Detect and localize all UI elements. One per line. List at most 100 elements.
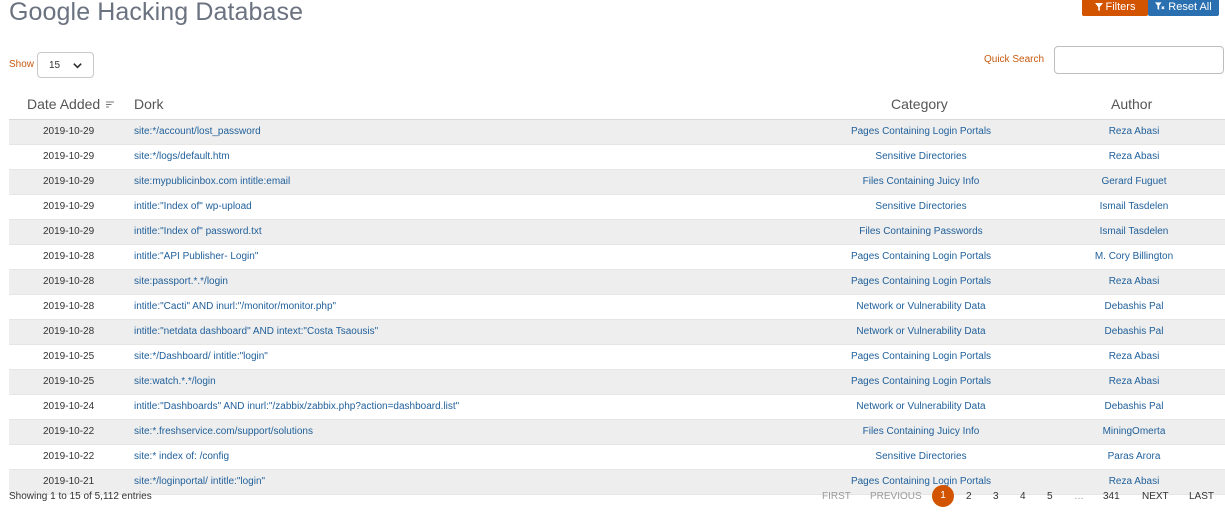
dork-link[interactable]: site:* index of: /config [134,451,229,462]
category-link[interactable]: Pages Containing Login Portals [779,351,1063,362]
author-link[interactable]: MiningOmerta [1075,426,1193,437]
table-row: 2019-10-28 site:passport.*.*/login Pages C… [9,270,1225,295]
author-link[interactable]: Reza Abasi [1075,126,1193,137]
dork-link[interactable]: site:*/Dashboard/ intitle:"login" [134,351,268,362]
category-link[interactable]: Sensitive Directories [779,201,1063,212]
table-row: 2019-10-22 site:* index of: /config Sensit… [9,445,1225,470]
pagination-first[interactable]: FIRST [822,491,851,502]
pagination-current-page[interactable]: 1 [932,485,954,507]
dork-link[interactable]: intitle:"Cacti" AND inurl:"/monitor/moni… [134,301,336,312]
date-cell: 2019-10-21 [43,476,95,487]
category-link[interactable]: Sensitive Directories [779,451,1063,462]
dork-link[interactable]: intitle:"Index of" password.txt [134,226,262,237]
table-row: 2019-10-25 site:watch.*.*/login Pages Cont… [9,370,1225,395]
dork-link[interactable]: site:*/logs/default.htm [134,151,230,162]
category-link[interactable]: Pages Containing Login Portals [779,126,1063,137]
table-row: 2019-10-21 site:*/loginportal/ intitle:"l… [9,470,1225,495]
date-cell: 2019-10-28 [43,276,95,287]
filters-label: Filters [1105,1,1136,13]
category-link[interactable]: Pages Containing Login Portals [779,276,1063,287]
dork-link[interactable]: site:*.freshservice.com/support/solution… [134,426,313,437]
dork-link[interactable]: intitle:"Index of" wp-upload [134,201,252,212]
author-link[interactable]: Ismail Tasdelen [1075,201,1193,212]
quick-search-label: Quick Search [984,54,1045,65]
date-cell: 2019-10-29 [43,226,95,237]
column-header-category[interactable]: Category [891,96,948,112]
filters-button[interactable]: Filters [1082,0,1148,16]
table-row: 2019-10-29 intitle:"Index of" password.tx… [9,220,1225,245]
date-cell: 2019-10-28 [43,326,95,337]
category-link[interactable]: Network or Vulnerability Data [779,401,1063,412]
author-link[interactable]: Paras Arora [1075,451,1193,462]
dork-link[interactable]: site:watch.*.*/login [134,376,216,387]
table-row: 2019-10-24 intitle:"Dashboards" AND inurl… [9,395,1225,420]
dork-link[interactable]: site:*/loginportal/ intitle:"login" [134,476,265,487]
entries-per-page-select[interactable]: 15 [37,52,94,78]
author-link[interactable]: Debashis Pal [1075,301,1193,312]
category-link[interactable]: Pages Containing Login Portals [779,476,1063,487]
table-row: 2019-10-29 site:*/account/lost_password Pa… [9,120,1225,145]
entries-per-page-value: 15 [49,60,61,71]
date-cell: 2019-10-29 [43,201,95,212]
category-link[interactable]: Files Containing Juicy Info [779,176,1063,187]
category-link[interactable]: Files Containing Passwords [779,226,1063,237]
author-link[interactable]: M. Cory Billington [1075,251,1193,262]
date-cell: 2019-10-24 [43,401,95,412]
pagination-last[interactable]: LAST [1189,491,1214,502]
page-title: Google Hacking Database [9,0,304,26]
pagination-page[interactable]: 3 [993,491,999,502]
author-link[interactable]: Reza Abasi [1075,376,1193,387]
date-cell: 2019-10-29 [43,176,95,187]
pagination-page[interactable]: 5 [1047,491,1053,502]
dork-link[interactable]: intitle:"netdata dashboard" AND intext:"… [134,326,378,337]
pagination-previous[interactable]: PREVIOUS [870,491,922,502]
filter-icon [1094,3,1103,11]
dork-link[interactable]: site:mypublicinbox.com intitle:email [134,176,290,187]
table-row: 2019-10-25 site:*/Dashboard/ intitle:"log… [9,345,1225,370]
table-header: Date Added Dork Category Author [9,92,1225,120]
dorks-table: Date Added Dork Category Author 2019-10-… [9,92,1225,495]
column-header-date-added[interactable]: Date Added [27,96,115,112]
reset-all-label: Reset All [1168,1,1212,13]
pagination-page[interactable]: 4 [1020,491,1026,502]
pagination-next[interactable]: NEXT [1142,491,1169,502]
reset-all-button[interactable]: Reset All [1148,0,1219,16]
author-link[interactable]: Reza Abasi [1075,476,1193,487]
date-cell: 2019-10-25 [43,376,95,387]
author-link[interactable]: Debashis Pal [1075,326,1193,337]
show-label: Show [9,59,35,70]
author-link[interactable]: Ismail Tasdelen [1075,226,1193,237]
dork-link[interactable]: site:*/account/lost_password [134,126,261,137]
author-link[interactable]: Reza Abasi [1075,151,1193,162]
dork-link[interactable]: intitle:"API Publisher- Login" [134,251,258,262]
table-row: 2019-10-29 site:*/logs/default.htm Sensiti… [9,145,1225,170]
table-row: 2019-10-28 intitle:"Cacti" AND inurl:"/mo… [9,295,1225,320]
author-link[interactable]: Gerard Fuguet [1075,176,1193,187]
date-cell: 2019-10-28 [43,251,95,262]
date-cell: 2019-10-29 [43,151,95,162]
date-cell: 2019-10-28 [43,301,95,312]
table-row: 2019-10-22 site:*.freshservice.com/suppor… [9,420,1225,445]
entries-info: Showing 1 to 15 of 5,112 entries [9,491,152,502]
dork-link[interactable]: intitle:"Dashboards" AND inurl:"/zabbix/… [134,401,459,412]
date-cell: 2019-10-22 [43,451,95,462]
category-link[interactable]: Sensitive Directories [779,151,1063,162]
pagination-ellipsis: … [1074,491,1084,502]
pagination-last-page[interactable]: 341 [1103,491,1120,502]
category-link[interactable]: Network or Vulnerability Data [779,301,1063,312]
table-body: 2019-10-29 site:*/account/lost_password Pa… [9,120,1225,495]
category-link[interactable]: Pages Containing Login Portals [779,251,1063,262]
author-link[interactable]: Reza Abasi [1075,276,1193,287]
category-link[interactable]: Network or Vulnerability Data [779,326,1063,337]
pagination-page[interactable]: 2 [966,491,972,502]
dork-link[interactable]: site:passport.*.*/login [134,276,228,287]
date-cell: 2019-10-25 [43,351,95,362]
category-link[interactable]: Pages Containing Login Portals [779,376,1063,387]
column-header-dork[interactable]: Dork [134,96,164,112]
quick-search-input[interactable] [1054,46,1224,74]
author-link[interactable]: Debashis Pal [1075,401,1193,412]
date-cell: 2019-10-29 [43,126,95,137]
column-header-author[interactable]: Author [1111,96,1152,112]
author-link[interactable]: Reza Abasi [1075,351,1193,362]
category-link[interactable]: Files Containing Juicy Info [779,426,1063,437]
